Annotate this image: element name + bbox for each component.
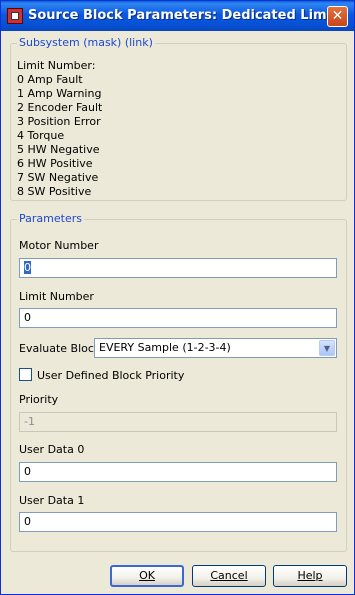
user-data-0-field[interactable]: 0 <box>19 462 337 482</box>
help-button[interactable]: Help <box>273 565 347 587</box>
parameters-header: Parameters <box>17 212 84 225</box>
chevron-down-icon[interactable]: ▼ <box>319 340 335 356</box>
description-line: 7 SW Negative <box>17 171 99 184</box>
priority-value: -1 <box>24 415 35 428</box>
cancel-button-label: Cancel <box>210 569 248 582</box>
description-line: 2 Encoder Fault <box>17 101 103 114</box>
title-bar[interactable]: Source Block Parameters: Dedicated Limit… <box>1 1 354 31</box>
dialog-window: Source Block Parameters: Dedicated Limit… <box>0 0 355 595</box>
description-line: 6 HW Positive <box>17 157 93 170</box>
user-defined-priority-checkbox[interactable] <box>19 368 32 381</box>
description-line: 4 Torque <box>17 129 65 142</box>
evaluate-block-label: Evaluate Block <box>19 342 101 355</box>
priority-field: -1 <box>19 412 337 432</box>
cancel-button[interactable]: Cancel <box>192 565 266 587</box>
description-line: 0 Amp Fault <box>17 73 83 86</box>
description-line: 3 Position Error <box>17 115 101 128</box>
limit-number-value: 0 <box>24 311 31 324</box>
help-button-label: Help <box>297 569 323 582</box>
motor-number-field[interactable]: 0 <box>19 258 337 278</box>
description-line: 1 Amp Warning <box>17 87 102 100</box>
description-line: Limit Number: <box>17 59 96 72</box>
user-data-1-label: User Data 1 <box>19 494 85 507</box>
description-group: Subsystem (mask) (link) Limit Number: 0 … <box>10 36 347 201</box>
motor-number-value: 0 <box>24 261 31 274</box>
user-data-1-field[interactable]: 0 <box>19 512 337 532</box>
user-data-0-label: User Data 0 <box>19 443 85 456</box>
limit-number-field[interactable]: 0 <box>19 308 337 328</box>
user-data-0-value: 0 <box>24 465 31 478</box>
priority-label: Priority <box>19 393 59 406</box>
window-title: Source Block Parameters: Dedicated Limit <box>28 8 338 23</box>
motor-number-label: Motor Number <box>19 239 99 252</box>
description-header: Subsystem (mask) (link) <box>17 36 155 49</box>
description-line: 8 SW Positive <box>17 185 92 198</box>
ok-button[interactable]: OK <box>110 565 184 587</box>
description-line: 5 HW Negative <box>17 143 100 156</box>
simulink-block-icon <box>7 8 23 24</box>
limit-number-label: Limit Number <box>19 290 94 303</box>
user-data-1-value: 0 <box>24 515 31 528</box>
evaluate-block-select[interactable]: EVERY Sample (1-2-3-4) ▼ <box>94 338 337 358</box>
user-defined-priority-label[interactable]: User Defined Block Priority <box>37 369 184 382</box>
evaluate-block-value: EVERY Sample (1-2-3-4) <box>99 341 231 354</box>
close-icon[interactable]: ✕ <box>327 6 348 27</box>
ok-button-label: OK <box>139 569 155 582</box>
